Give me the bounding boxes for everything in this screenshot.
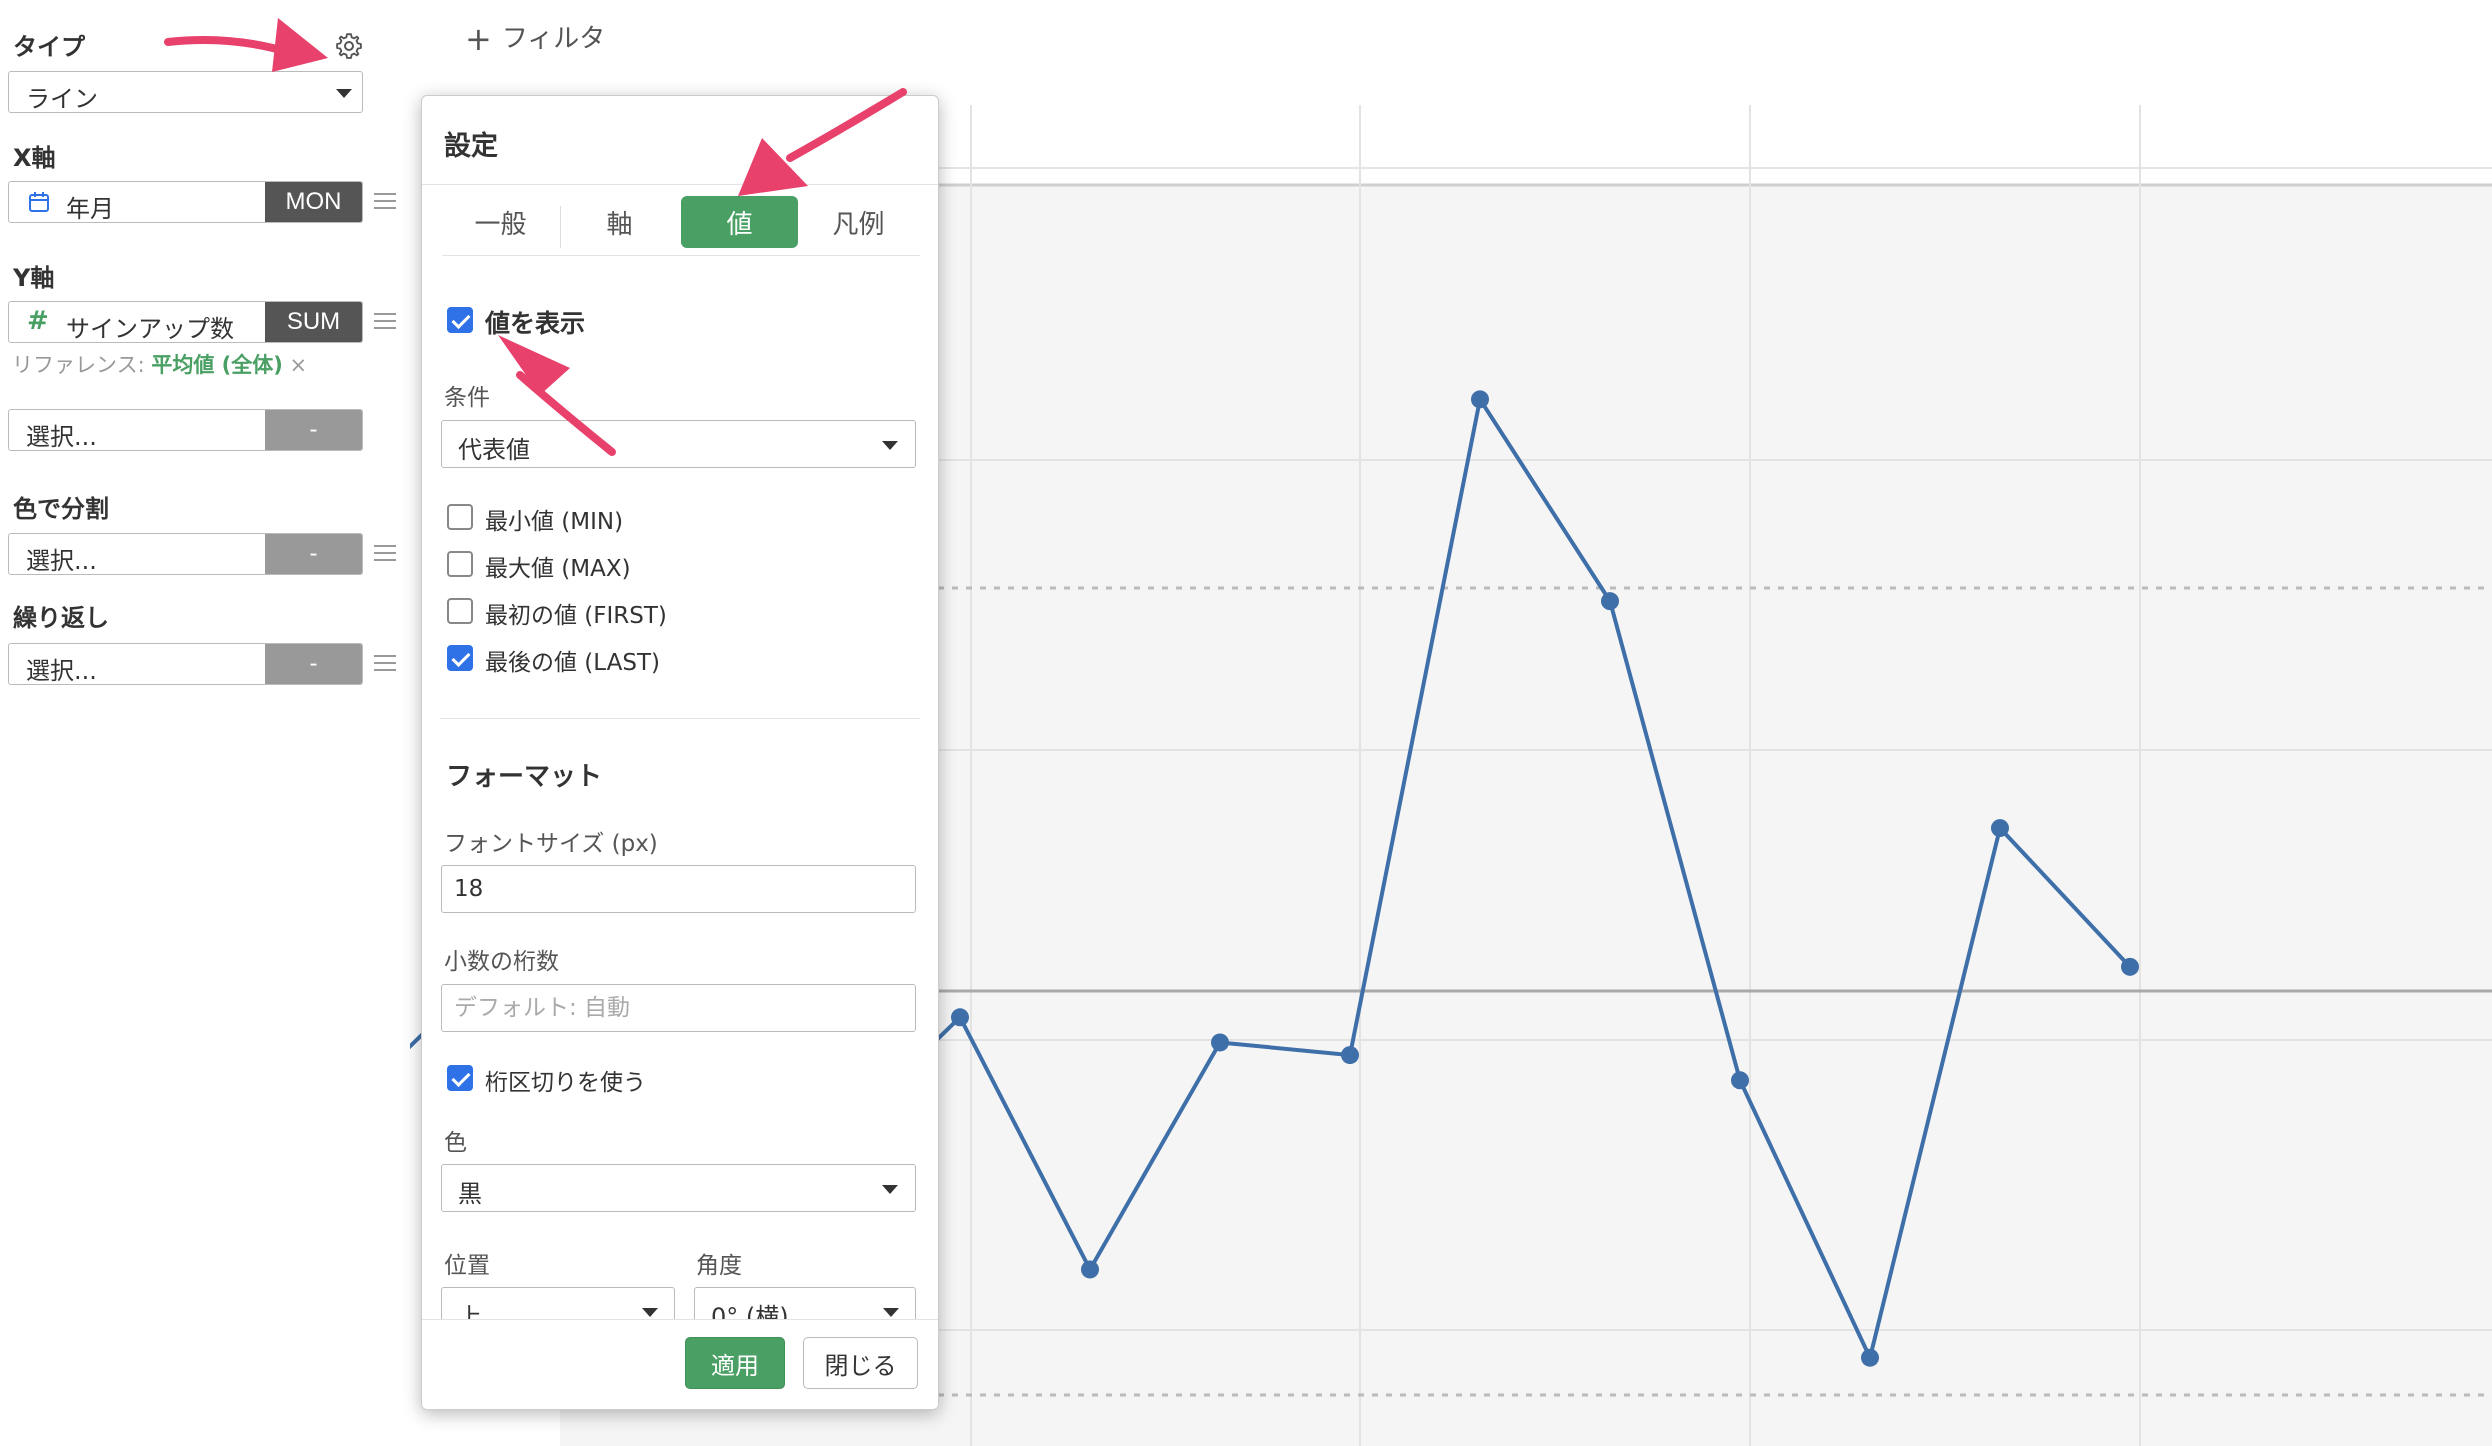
data-point — [1861, 1348, 1879, 1367]
condition-value: 代表値 — [458, 436, 530, 464]
max-value-checkbox[interactable] — [447, 551, 473, 577]
data-point — [1211, 1033, 1229, 1052]
data-point — [2121, 957, 2139, 976]
y-axis-second-placeholder: 選択... — [26, 423, 97, 451]
y-axis-aggregation[interactable]: SUM — [265, 302, 362, 342]
last-value-label: 最後の値 (LAST) — [485, 650, 660, 676]
x-axis-label: X軸 — [13, 144, 56, 172]
drag-handle-icon[interactable] — [374, 655, 396, 671]
color-split-aggregation[interactable]: - — [265, 534, 362, 574]
angle-label: 角度 — [696, 1253, 742, 1279]
modal-footer: 適用 閉じる — [422, 1319, 938, 1409]
repeat-label: 繰り返し — [13, 604, 109, 632]
color-label: 色 — [444, 1130, 467, 1156]
color-split-placeholder: 選択... — [26, 547, 97, 575]
x-axis-field-name: 年月 — [66, 195, 114, 223]
last-value-checkbox[interactable] — [447, 645, 473, 671]
data-point — [1991, 819, 2009, 838]
color-split-label: 色で分割 — [13, 495, 109, 523]
color-select[interactable]: 黒 — [441, 1164, 916, 1212]
max-value-label: 最大値 (MAX) — [485, 556, 631, 582]
thousands-separator-checkbox[interactable] — [447, 1065, 473, 1091]
chevron-down-icon — [882, 1185, 898, 1194]
chevron-down-icon — [883, 1308, 899, 1317]
tab-general[interactable]: 一般 — [442, 196, 559, 248]
reference-prefix: リファレンス: — [12, 353, 145, 377]
y-axis-second-aggregation[interactable]: - — [265, 410, 362, 450]
format-section-title: フォーマット — [446, 762, 603, 792]
first-value-label: 最初の値 (FIRST) — [485, 603, 667, 629]
condition-label: 条件 — [444, 385, 490, 411]
drag-handle-icon[interactable] — [374, 545, 396, 561]
data-point — [951, 1008, 969, 1027]
font-size-label: フォントサイズ (px) — [444, 831, 658, 857]
drag-handle-icon[interactable] — [374, 313, 396, 329]
apply-button[interactable]: 適用 — [685, 1337, 785, 1389]
repeat-placeholder: 選択... — [26, 657, 97, 685]
chevron-down-icon — [882, 441, 898, 450]
decimals-input[interactable] — [441, 984, 916, 1032]
chart-type-select[interactable]: ライン — [8, 71, 363, 113]
reference-info: リファレンス: 平均値 (全体) × — [12, 349, 307, 379]
reference-value[interactable]: 平均値 (全体) — [151, 353, 283, 377]
show-values-label: 値を表示 — [485, 309, 586, 338]
tab-axis[interactable]: 軸 — [561, 196, 678, 248]
condition-select[interactable]: 代表値 — [441, 420, 916, 468]
show-values-checkbox[interactable] — [447, 307, 473, 333]
modal-header-divider — [422, 184, 938, 185]
settings-tabs: 一般 軸 値 凡例 — [442, 196, 920, 256]
data-point — [1731, 1071, 1749, 1090]
close-button[interactable]: 閉じる — [803, 1337, 918, 1389]
chevron-down-icon — [642, 1308, 658, 1317]
data-point — [1601, 592, 1619, 611]
section-divider — [440, 718, 920, 719]
close-icon[interactable]: × — [290, 353, 308, 377]
calendar-icon — [27, 190, 51, 221]
y-axis-second-field[interactable]: 選択... - — [8, 409, 363, 451]
repeat-field[interactable]: 選択... - — [8, 643, 363, 685]
first-value-checkbox[interactable] — [447, 598, 473, 624]
gear-icon[interactable] — [334, 31, 364, 61]
y-axis-label: Y軸 — [13, 264, 55, 292]
chevron-down-icon — [336, 89, 352, 98]
plus-icon: + — [465, 20, 492, 58]
y-axis-field-name: サインアップ数 — [66, 315, 234, 343]
settings-modal: 設定 一般 軸 値 凡例 値を表示 条件 代表値 最小値 (MIN) 最大値 (… — [421, 95, 939, 1410]
filter-label: フィルタ — [501, 24, 606, 54]
chart-type-value: ライン — [26, 85, 98, 113]
hash-icon: # — [27, 306, 49, 336]
min-value-checkbox[interactable] — [447, 504, 473, 530]
drag-handle-icon[interactable] — [374, 193, 396, 209]
color-split-field[interactable]: 選択... - — [8, 533, 363, 575]
tab-legend[interactable]: 凡例 — [800, 196, 917, 248]
data-point — [1081, 1260, 1099, 1279]
repeat-aggregation[interactable]: - — [265, 644, 362, 684]
x-axis-field[interactable]: 年月 MON — [8, 181, 363, 223]
x-axis-aggregation[interactable]: MON — [265, 182, 362, 222]
decimals-label: 小数の桁数 — [444, 949, 559, 975]
thousands-separator-label: 桁区切りを使う — [485, 1070, 646, 1096]
add-filter-button[interactable]: + フィルタ — [465, 18, 605, 58]
position-label: 位置 — [444, 1253, 490, 1279]
chart-config-sidebar: タイプ ライン X軸 年月 MON Y軸 # サインアップ数 SUM リファレン… — [0, 0, 410, 1446]
data-point — [1471, 390, 1489, 409]
color-value: 黒 — [458, 1180, 482, 1208]
modal-title: 設定 — [444, 131, 498, 162]
y-axis-field[interactable]: # サインアップ数 SUM — [8, 301, 363, 343]
font-size-input[interactable] — [441, 865, 916, 913]
type-label: タイプ — [13, 33, 85, 61]
min-value-label: 最小値 (MIN) — [485, 509, 624, 535]
data-point — [1341, 1046, 1359, 1065]
tab-values[interactable]: 値 — [681, 196, 798, 248]
